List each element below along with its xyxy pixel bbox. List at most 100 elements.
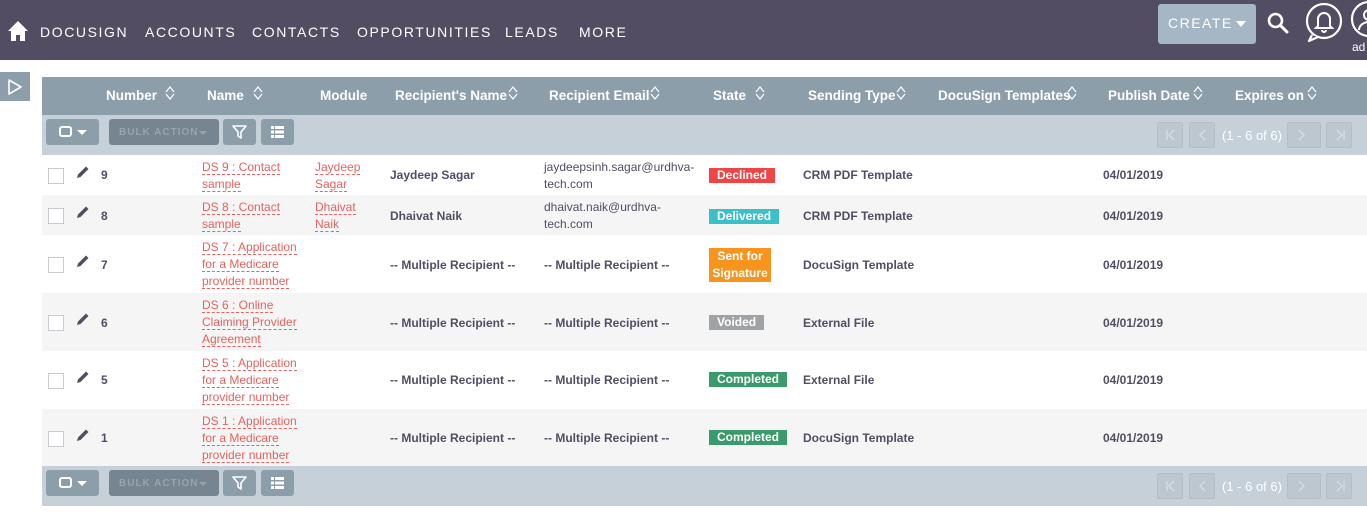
sidebar-toggle-button[interactable] xyxy=(0,72,30,101)
last-page-button[interactable] xyxy=(1326,122,1352,148)
table-row[interactable]: 9 DS 9 : Contact sample Jaydeep Sagar Ja… xyxy=(42,155,1367,195)
chevron-right-icon xyxy=(1298,129,1305,141)
pencil-edit-icon[interactable] xyxy=(75,165,90,180)
cell-publish-date: 04/01/2019 xyxy=(1103,209,1164,223)
filter-button[interactable] xyxy=(223,470,256,496)
table-row[interactable]: 7 DS 7 : Application for a Medicare prov… xyxy=(42,235,1367,293)
nav-item-leads[interactable]: LEADS xyxy=(505,24,559,40)
nav-item-more[interactable]: MORE xyxy=(579,24,627,40)
sort-icon[interactable] xyxy=(754,85,766,101)
status-badge: Sent for Signature xyxy=(709,248,771,282)
notification-bell-icon[interactable] xyxy=(1304,2,1344,42)
bulk-action-button[interactable]: BULK ACTION xyxy=(109,470,219,496)
table-row[interactable]: 5 DS 5 : Application for a Medicare prov… xyxy=(42,351,1367,409)
cell-name-link[interactable]: DS 8 : Contact sample xyxy=(202,199,302,233)
cell-number: 7 xyxy=(101,258,108,272)
sort-icon[interactable] xyxy=(1306,85,1318,101)
previous-page-button[interactable] xyxy=(1189,473,1215,499)
column-header-docusign-templates[interactable]: DocuSign Templates xyxy=(938,88,1071,103)
previous-page-button[interactable] xyxy=(1189,122,1215,148)
chevron-left-icon xyxy=(1199,129,1206,141)
column-header-recipient-name[interactable]: Recipient's Name xyxy=(395,88,507,103)
row-checkbox[interactable] xyxy=(48,373,64,389)
name-link-text[interactable]: DS 8 : Contact sample xyxy=(202,200,281,232)
cell-module-link[interactable]: Dhaivat Naik xyxy=(315,199,370,233)
filter-button[interactable] xyxy=(223,119,256,145)
sort-icon[interactable] xyxy=(1066,85,1078,101)
cell-publish-date: 04/01/2019 xyxy=(1103,373,1164,387)
column-header-sending-type[interactable]: Sending Type xyxy=(808,88,896,103)
cell-module-link[interactable]: Jaydeep Sagar xyxy=(315,159,370,193)
cell-name-link[interactable]: DS 9 : Contact sample xyxy=(202,159,302,193)
pencil-edit-icon[interactable] xyxy=(75,312,90,327)
user-name-label[interactable]: ad xyxy=(1352,40,1365,54)
next-page-button[interactable] xyxy=(1287,473,1321,499)
row-checkbox[interactable] xyxy=(48,431,64,447)
cell-name-link[interactable]: DS 7 : Application for a Medicare provid… xyxy=(202,239,304,290)
sort-icon[interactable] xyxy=(1192,85,1204,101)
pencil-edit-icon[interactable] xyxy=(75,370,90,385)
cell-sending-type: DocuSign Template xyxy=(803,431,915,445)
table-row[interactable]: 1 DS 1 : Application for a Medicare prov… xyxy=(42,409,1367,466)
first-page-button[interactable] xyxy=(1157,122,1183,148)
first-page-button[interactable] xyxy=(1157,473,1183,499)
search-icon[interactable] xyxy=(1266,11,1290,35)
pagination-bar-top: BULK ACTION (1 - 6 of 6) xyxy=(42,115,1367,155)
cell-recipient-email: -- Multiple Recipient -- xyxy=(544,316,670,330)
column-header-recipient-email[interactable]: Recipient Email xyxy=(549,88,650,103)
column-header-module[interactable]: Module xyxy=(320,88,367,103)
bulk-action-label: BULK ACTION xyxy=(119,478,199,489)
table-row[interactable]: 8 DS 8 : Contact sample Dhaivat Naik Dha… xyxy=(42,195,1367,235)
bulk-action-button[interactable]: BULK ACTION xyxy=(109,119,219,145)
nav-item-opportunities[interactable]: OPPORTUNITIES xyxy=(357,24,492,40)
column-chooser-button[interactable] xyxy=(261,119,294,145)
select-all-dropdown[interactable] xyxy=(46,119,99,145)
row-checkbox[interactable] xyxy=(48,168,64,184)
name-link-text[interactable]: DS 1 : Application for a Medicare provid… xyxy=(202,414,297,463)
column-header-expires-on[interactable]: Expires on xyxy=(1235,88,1304,103)
chevron-down-icon xyxy=(77,130,87,135)
nav-item-contacts[interactable]: CONTACTS xyxy=(252,24,341,40)
chevron-left-icon xyxy=(1199,480,1206,492)
cell-name-link[interactable]: DS 5 : Application for a Medicare provid… xyxy=(202,355,304,406)
pencil-edit-icon[interactable] xyxy=(75,428,90,443)
last-page-button[interactable] xyxy=(1326,473,1352,499)
row-checkbox[interactable] xyxy=(48,315,64,331)
cell-name-link[interactable]: DS 6 : Online Claiming Provider Agreemen… xyxy=(202,297,304,348)
row-checkbox[interactable] xyxy=(48,257,64,273)
cell-recipient-email: -- Multiple Recipient -- xyxy=(544,373,670,387)
sort-icon[interactable] xyxy=(649,85,661,101)
nav-item-docusign[interactable]: DOCUSIGN xyxy=(40,24,128,40)
sort-icon[interactable] xyxy=(895,85,907,101)
create-button[interactable]: CREATE xyxy=(1158,4,1256,44)
bulk-action-label: BULK ACTION xyxy=(119,127,199,138)
pencil-edit-icon[interactable] xyxy=(75,205,90,220)
sort-icon[interactable] xyxy=(252,85,264,101)
home-icon[interactable] xyxy=(7,20,29,42)
cell-recipient-email: dhaivat.naik@urdhva-tech.com xyxy=(544,200,661,231)
status-badge: Declined xyxy=(709,168,776,183)
column-header-state[interactable]: State xyxy=(713,88,746,103)
name-link-text[interactable]: DS 5 : Application for a Medicare provid… xyxy=(202,356,297,405)
column-chooser-button[interactable] xyxy=(261,470,294,496)
name-link-text[interactable]: DS 6 : Online Claiming Provider Agreemen… xyxy=(202,298,297,347)
user-avatar-icon[interactable] xyxy=(1350,0,1367,40)
sort-icon[interactable] xyxy=(164,85,176,101)
pencil-edit-icon[interactable] xyxy=(75,254,90,269)
column-header-publish-date[interactable]: Publish Date xyxy=(1108,88,1190,103)
create-button-label: CREATE xyxy=(1168,15,1233,31)
module-link-text[interactable]: Dhaivat Naik xyxy=(315,200,356,232)
row-checkbox[interactable] xyxy=(48,208,64,224)
column-header-number[interactable]: Number xyxy=(106,88,157,103)
nav-item-accounts[interactable]: ACCOUNTS xyxy=(145,24,236,40)
select-all-dropdown[interactable] xyxy=(46,470,99,496)
sort-icon[interactable] xyxy=(507,85,519,101)
cell-name-link[interactable]: DS 1 : Application for a Medicare provid… xyxy=(202,413,304,464)
next-page-button[interactable] xyxy=(1287,122,1321,148)
column-header-name[interactable]: Name xyxy=(207,88,244,103)
module-link-text[interactable]: Jaydeep Sagar xyxy=(315,160,361,192)
table-row[interactable]: 6 DS 6 : Online Claiming Provider Agreem… xyxy=(42,293,1367,351)
name-link-text[interactable]: DS 9 : Contact sample xyxy=(202,160,281,192)
name-link-text[interactable]: DS 7 : Application for a Medicare provid… xyxy=(202,240,297,289)
status-badge: Voided xyxy=(709,315,765,330)
